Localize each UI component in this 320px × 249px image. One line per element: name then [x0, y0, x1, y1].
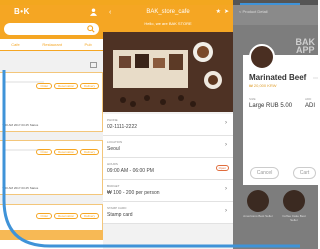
device-frame-outline [2, 3, 300, 248]
screenshot-stage: B•K Cafe Restaurant Pub Order Reservatio… [0, 0, 318, 249]
